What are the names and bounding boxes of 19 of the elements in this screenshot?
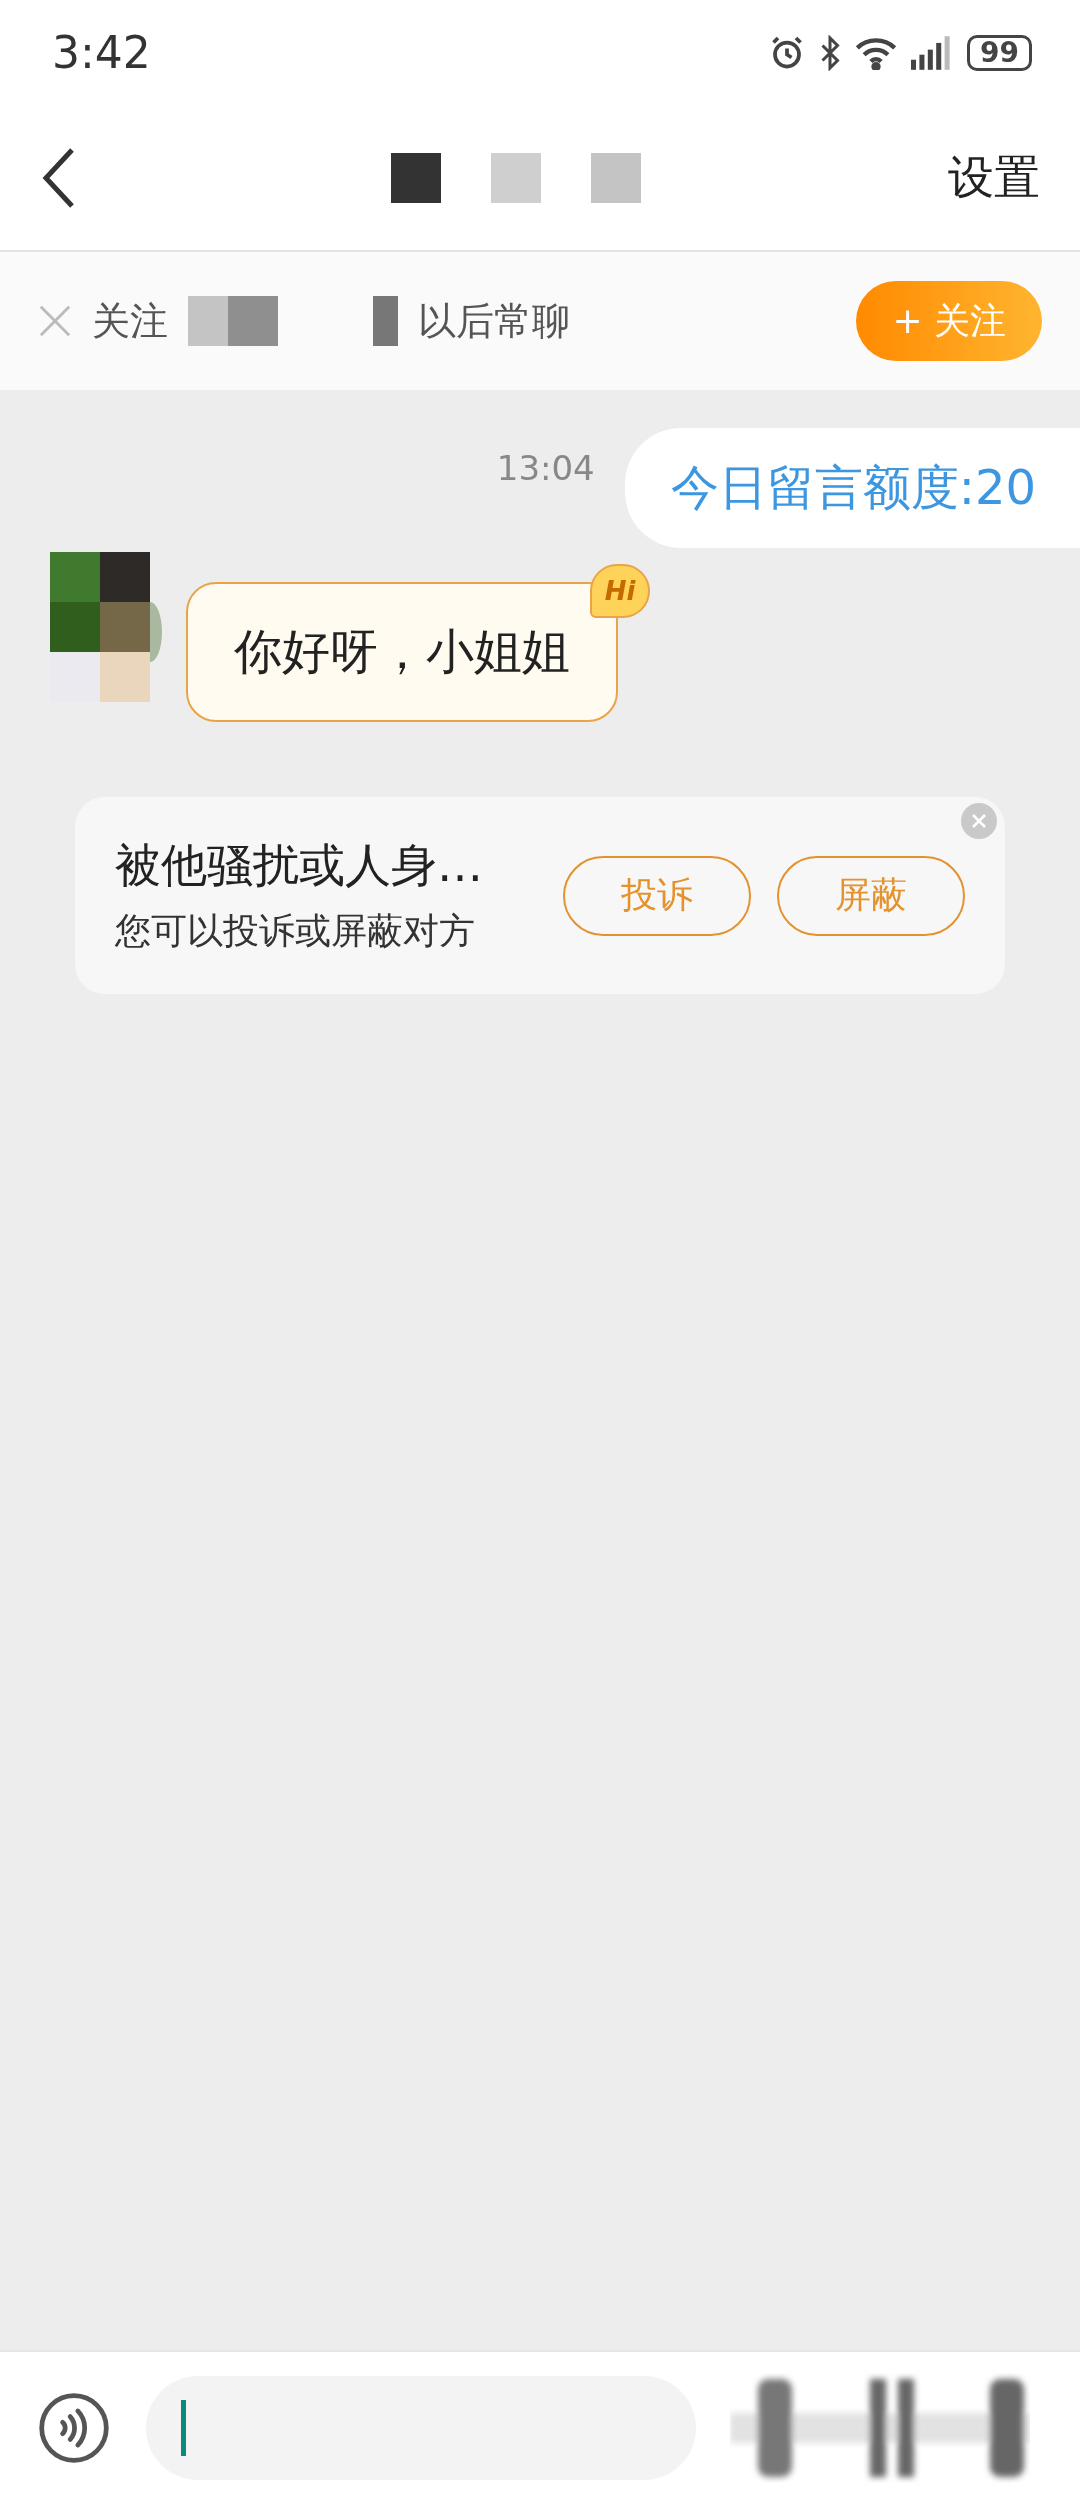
close-button[interactable] <box>961 803 997 839</box>
status-time: 3:42 <box>52 27 151 78</box>
battery-level: 99 <box>967 34 1032 71</box>
message-time: 13:04 <box>496 448 595 488</box>
follow-prompt-text: 以后常聊 <box>418 297 570 345</box>
hi-badge: Hi <box>590 564 650 618</box>
close-icon[interactable] <box>38 304 72 338</box>
settings-button[interactable]: 设置 <box>948 146 1040 209</box>
quota-message: 今日留言额度:20 <box>624 428 1080 548</box>
bluetooth-icon <box>819 34 842 71</box>
voice-button[interactable] <box>36 2390 112 2466</box>
close-icon <box>971 813 987 829</box>
wifi-icon <box>855 35 898 70</box>
follow-button[interactable]: + 关注 <box>856 281 1042 361</box>
block-button[interactable]: 屏蔽 <box>777 855 965 936</box>
card-subtitle: 您可以投诉或屏蔽对方 <box>115 909 476 953</box>
card-title: 被他骚扰或人身… <box>115 837 483 894</box>
report-button[interactable]: 投诉 <box>563 855 751 936</box>
follow-prompt-text: 关注 <box>92 297 168 345</box>
